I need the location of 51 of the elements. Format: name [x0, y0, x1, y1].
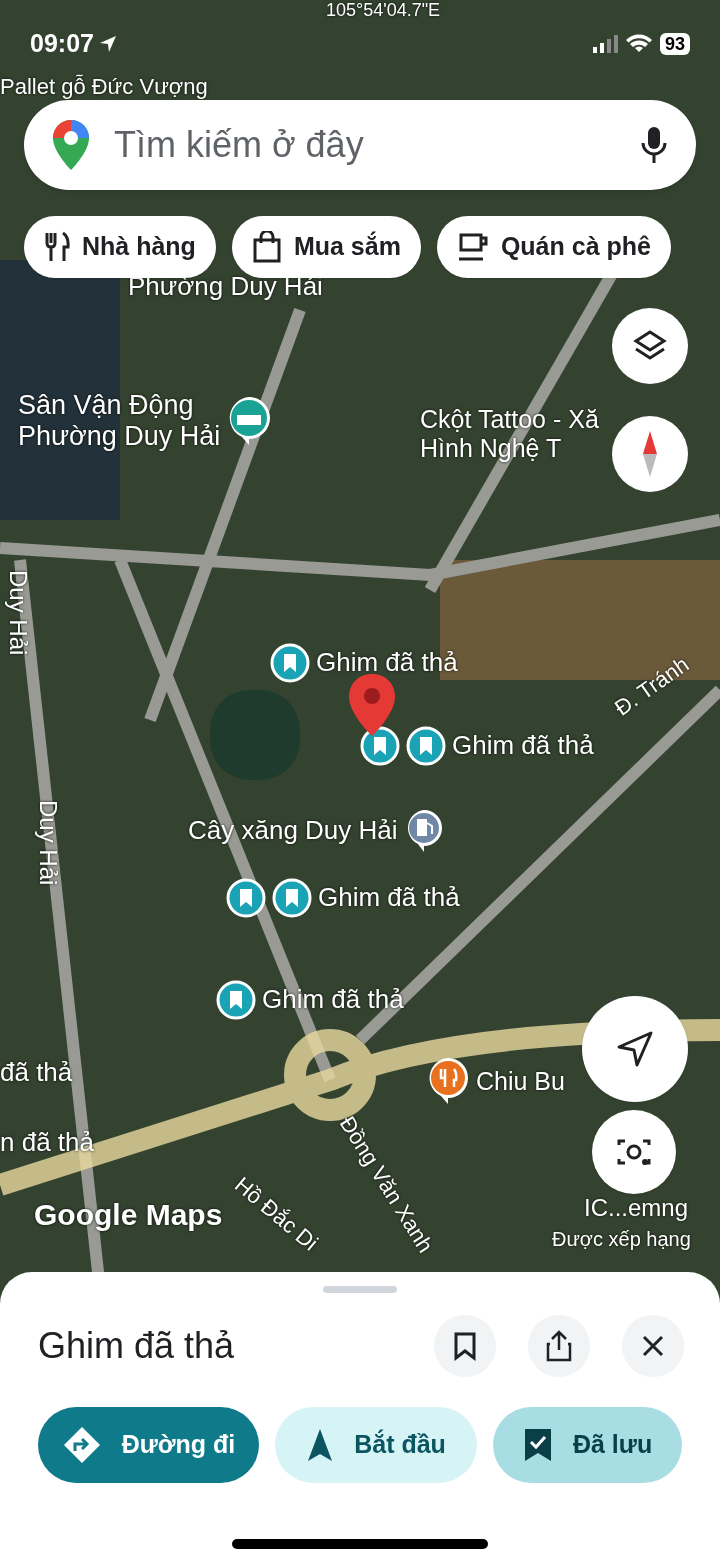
- location-pin-icon: [346, 672, 398, 738]
- place-label: n đã thả: [0, 1128, 94, 1158]
- navigation-arrow-icon: [615, 1029, 655, 1069]
- battery-level: 93: [659, 33, 690, 55]
- category-chip[interactable]: Nhà hàng: [24, 216, 216, 278]
- place-label: Chiu Bu: [476, 1066, 565, 1096]
- drag-handle[interactable]: [323, 1286, 397, 1293]
- navigation-arrow-icon: [306, 1427, 335, 1463]
- share-icon: [546, 1330, 572, 1362]
- search-placeholder: Tìm kiếm ở đây: [114, 123, 365, 167]
- pin-label[interactable]: Ghim đã thả: [316, 648, 458, 678]
- category-chip[interactable]: Quán cà phê: [436, 216, 671, 278]
- bookmark-pin-icon: [272, 878, 312, 918]
- place-label: IC...emng: [584, 1194, 689, 1222]
- directions-button[interactable]: Đường đi: [38, 1407, 259, 1483]
- close-icon: [641, 1334, 665, 1358]
- place-label: đã thả: [0, 1058, 73, 1088]
- start-button[interactable]: Bắt đầu: [275, 1407, 478, 1483]
- road-label: Đ. Tránh: [610, 651, 694, 721]
- bookmark-pin-icon: [360, 726, 400, 766]
- place-title: Ghim đã thả: [38, 1324, 235, 1368]
- pin-label[interactable]: Ghim đã thả: [262, 985, 404, 1015]
- place-label: Ckột Tattoo - Xă Hình Nghệ T: [420, 405, 599, 463]
- bookmark-check-icon: [522, 1427, 553, 1463]
- pin-label[interactable]: Ghim đã thả: [452, 731, 594, 761]
- fork-knife-icon: [44, 231, 70, 263]
- road-label: Hồ Đắc Di: [229, 1172, 323, 1256]
- category-chip[interactable]: Mua sắm: [231, 216, 421, 278]
- bookmark-pin-icon: [270, 643, 310, 683]
- pin-label[interactable]: Ghim đã thả: [318, 883, 460, 913]
- bookmark-pin-icon: [226, 878, 266, 918]
- maps-logo-icon: [52, 119, 90, 171]
- wifi-icon: [625, 34, 652, 54]
- place-label: Pallet gỗ Đức Vượng: [0, 74, 208, 100]
- place-label: 105°54'04.7"E: [326, 0, 441, 21]
- place-label: Sân Vận Động Phường Duy Hải: [18, 390, 221, 453]
- microphone-icon[interactable]: [640, 125, 668, 165]
- status-time: 09:07: [30, 28, 94, 60]
- bookmark-pin-icon: [216, 980, 256, 1020]
- signal-icon: [591, 35, 618, 53]
- saved-button[interactable]: Đã lưu: [493, 1407, 682, 1483]
- coffee-cup-icon: [456, 232, 489, 262]
- map-logo: Google Maps: [34, 1198, 223, 1233]
- place-caption: Được xếp hạng: [552, 1228, 691, 1251]
- place-label: Cây xăng Duy Hải: [188, 816, 398, 846]
- shopping-bag-icon: [251, 231, 282, 263]
- road-label: Duy Hải: [34, 800, 62, 886]
- search-bar[interactable]: Tìm kiếm ở đây: [24, 100, 696, 190]
- road-label: Duy Hải: [4, 570, 32, 656]
- bookmark-pin-icon: [406, 726, 446, 766]
- bookmark-icon: [453, 1331, 477, 1361]
